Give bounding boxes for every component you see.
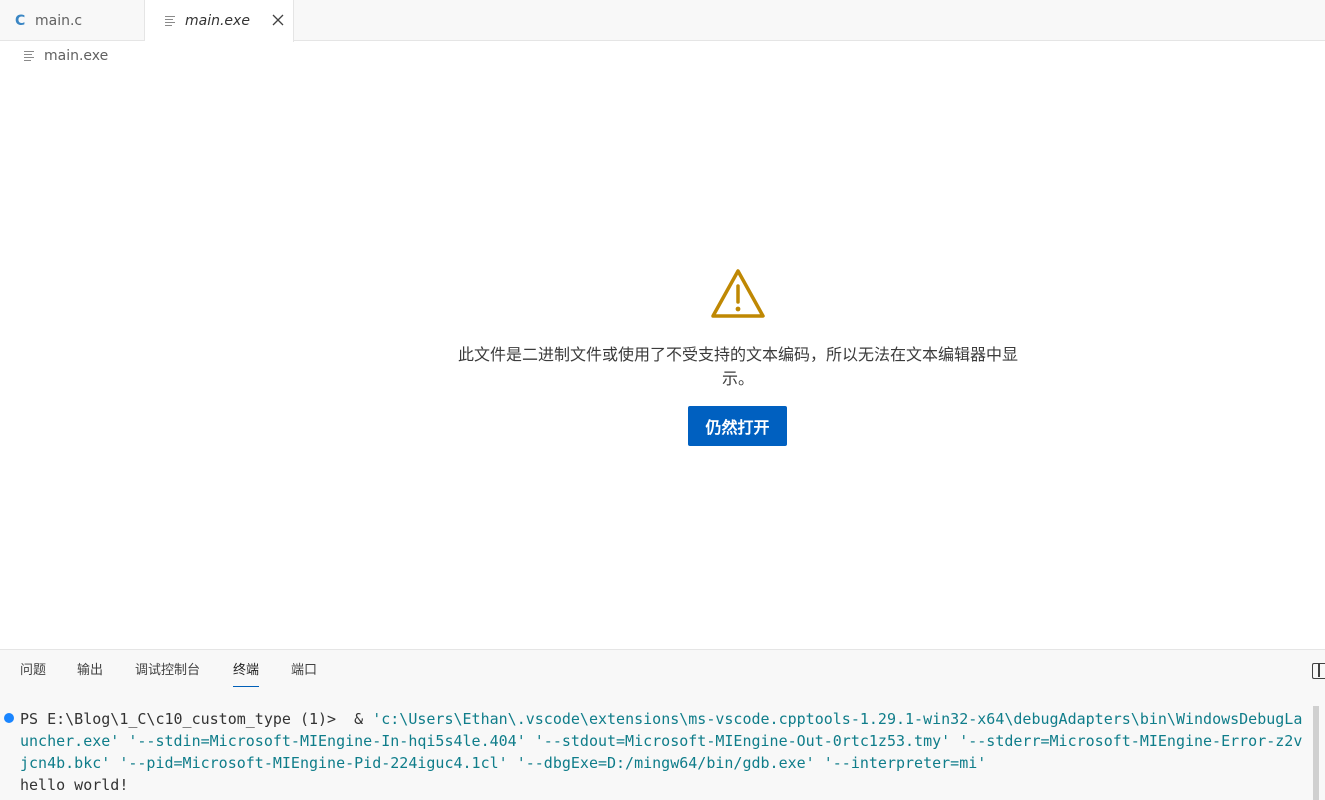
terminal-prompt: PS E:\Blog\1_C\c10_custom_type (1)> & bbox=[20, 710, 373, 728]
c-file-icon: C bbox=[15, 12, 26, 29]
tab-output[interactable]: 输出 bbox=[77, 662, 103, 686]
editor-tab-bar: C main.c main.exe bbox=[0, 0, 1325, 42]
file-icon bbox=[165, 15, 177, 27]
breadcrumb[interactable]: main.exe bbox=[24, 46, 108, 66]
tab-label: main.exe bbox=[185, 13, 250, 29]
command-status-dot-icon[interactable] bbox=[4, 713, 14, 723]
tab-terminal[interactable]: 终端 bbox=[233, 662, 260, 687]
open-anyway-button[interactable]: 仍然打开 bbox=[688, 406, 787, 446]
tab-debug-console[interactable]: 调试控制台 bbox=[135, 662, 200, 686]
tab-main-exe[interactable]: main.exe bbox=[145, 0, 294, 42]
tab-problems[interactable]: 问题 bbox=[20, 662, 46, 686]
terminal-output[interactable]: PS E:\Blog\1_C\c10_custom_type (1)> & 'c… bbox=[20, 708, 1310, 796]
tab-main-c[interactable]: C main.c bbox=[0, 0, 145, 41]
terminal-program-output: hello world! bbox=[20, 776, 129, 794]
split-panel-icon[interactable] bbox=[1312, 663, 1325, 679]
binary-file-message: 此文件是二进制文件或使用了不受支持的文本编码，所以无法在文本编辑器中显示。 bbox=[457, 345, 1018, 388]
close-icon[interactable] bbox=[269, 11, 287, 29]
breadcrumb-label: main.exe bbox=[44, 48, 109, 64]
tab-label: main.c bbox=[35, 12, 83, 29]
terminal-scrollbar[interactable] bbox=[1313, 706, 1319, 800]
file-icon bbox=[24, 50, 36, 62]
tab-ports[interactable]: 端口 bbox=[291, 662, 317, 686]
warning-icon bbox=[711, 269, 765, 318]
bottom-panel: 问题 输出 调试控制台 终端 端口 PS E:\Blog\1_C\c10_cus… bbox=[0, 649, 1325, 800]
